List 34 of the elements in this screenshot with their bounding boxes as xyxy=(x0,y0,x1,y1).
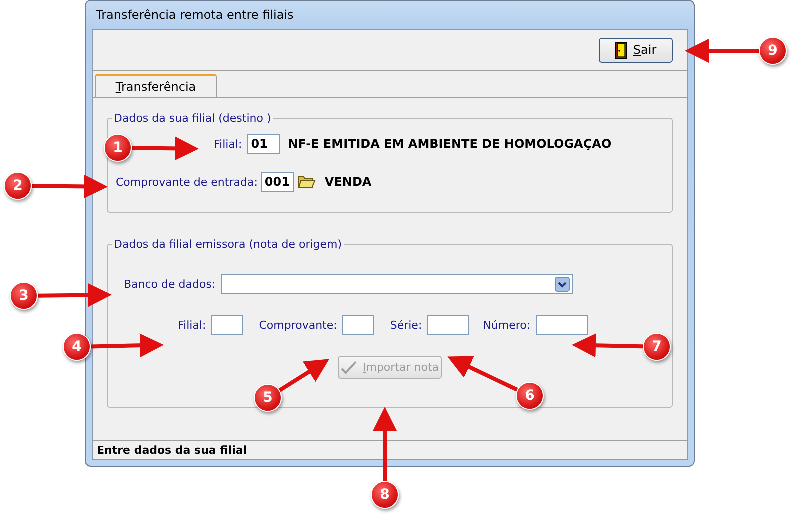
callout-badge: 8 xyxy=(371,481,399,509)
branch-description: NF-E EMITIDA EM AMBIENTE DE HOMOLOGAÇAO xyxy=(288,137,612,151)
input-field[interactable]: 001 xyxy=(260,172,294,192)
input-field[interactable] xyxy=(427,315,470,335)
input-field[interactable] xyxy=(342,315,374,335)
door-icon xyxy=(615,42,628,58)
callout-badge: 2 xyxy=(4,172,32,200)
database-dropdown[interactable] xyxy=(220,274,573,294)
arrow xyxy=(132,136,199,161)
arrow xyxy=(572,334,644,358)
input-field[interactable] xyxy=(536,315,588,335)
field-label: Comprovante de entrada: xyxy=(116,176,258,188)
callout-badge: 9 xyxy=(759,37,787,65)
group-legend: Dados da sua filial (destino ) xyxy=(112,112,274,125)
field-label: Banco de dados: xyxy=(124,278,216,290)
voucher-description: VENDA xyxy=(324,175,372,189)
callout-badge: 3 xyxy=(10,282,38,310)
arrow xyxy=(278,359,330,392)
arrow xyxy=(448,356,518,392)
field-label: Série: xyxy=(390,318,422,332)
window-title: Transferência remota entre filiais xyxy=(95,7,295,24)
field-label: Número: xyxy=(483,318,531,332)
tab[interactable]: Transferência xyxy=(95,74,217,97)
group-legend: Dados da filial emissora (nota de origem) xyxy=(112,238,344,251)
field-label: Comprovante: xyxy=(259,318,338,332)
field-label: Filial: xyxy=(214,138,242,150)
callout-badge: 4 xyxy=(63,333,91,361)
check-icon xyxy=(340,360,357,374)
status-bar: Entre dados da sua filial xyxy=(93,440,687,459)
input-field[interactable]: 01 xyxy=(247,134,280,154)
exit-button[interactable]: Sair xyxy=(599,38,673,62)
field-label: Filial: xyxy=(178,318,206,332)
input-field[interactable] xyxy=(211,315,244,335)
folder-icon[interactable] xyxy=(298,175,316,189)
